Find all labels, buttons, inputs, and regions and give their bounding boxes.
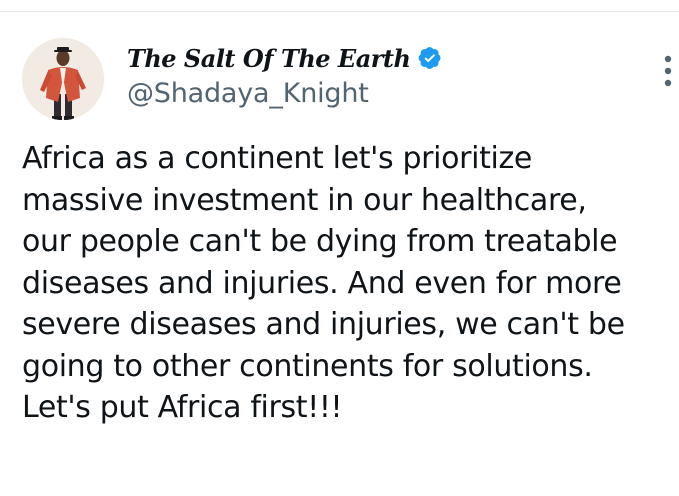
tweet-text-line: diseases and injuries. And even for more: [22, 265, 622, 301]
tweet-header: The Salt Of The Earth @Shadaya_Knight: [127, 42, 442, 109]
avatar-image: [22, 38, 104, 120]
display-name[interactable]: The Salt Of The Earth: [127, 44, 411, 73]
more-options-icon[interactable]: [663, 54, 673, 88]
tweet-text-line: massive investment in our healthcare,: [22, 182, 587, 218]
tweet-text-line: Africa as a continent let's prioritize: [22, 141, 533, 176]
tweet-text: Africa as a continent let's prioritize m…: [22, 138, 679, 429]
name-row: The Salt Of The Earth: [127, 42, 442, 74]
verified-badge-icon: [418, 46, 442, 70]
tweet-text-line: severe diseases and injuries, we can't b…: [22, 307, 625, 342]
tweet-text-line: Let's put Africa first!!!: [22, 390, 343, 425]
tweet-card: The Salt Of The Earth @Shadaya_Knight Af…: [0, 0, 679, 496]
tweet-text-line: our people can't be dying from treatable: [22, 224, 618, 259]
tweet-text-line: going to other continents for solutions.: [22, 348, 593, 384]
user-handle[interactable]: @Shadaya_Knight: [127, 78, 442, 109]
avatar[interactable]: [22, 38, 104, 120]
